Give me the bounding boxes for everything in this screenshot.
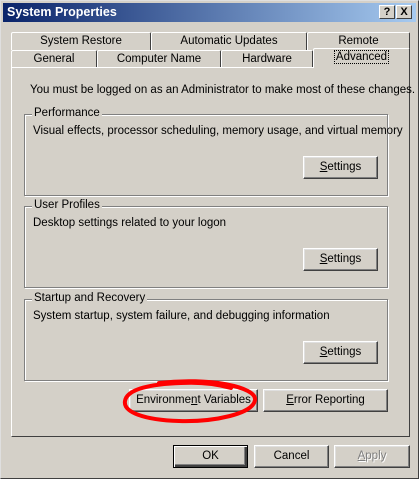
button-label: ettings [327, 346, 362, 358]
group-title: User Profiles [32, 199, 102, 211]
startup-recovery-settings-button[interactable]: Settings [303, 341, 378, 364]
button-label: ettings [327, 161, 362, 173]
group-description: System startup, system failure, and debu… [33, 310, 330, 322]
tab-hardware[interactable]: Hardware [221, 50, 313, 68]
apply-button[interactable]: Apply [334, 445, 410, 468]
startup-recovery-group: Startup and Recovery System startup, sys… [24, 292, 388, 381]
group-description: Desktop settings related to your logon [33, 217, 227, 229]
button-label: pply [365, 450, 387, 462]
tab-advanced[interactable]: Advanced [313, 48, 410, 68]
button-label: ettings [327, 253, 362, 265]
ok-button[interactable]: OK [173, 445, 248, 468]
cancel-button[interactable]: Cancel [254, 445, 329, 468]
performance-settings-button[interactable]: Settings [303, 156, 378, 179]
help-button[interactable]: ? [379, 5, 395, 19]
help-icon: ? [383, 6, 391, 18]
tab-label: Advanced [333, 50, 390, 64]
tab-automatic-updates[interactable]: Automatic Updates [151, 32, 307, 50]
button-label: Cancel [273, 450, 310, 462]
user-profiles-settings-button[interactable]: Settings [303, 248, 378, 271]
environment-variables-button[interactable]: Environment Variables [129, 389, 258, 412]
admin-notice: You must be logged on as an Administrato… [30, 84, 416, 96]
window-title: System Properties [7, 5, 117, 19]
advanced-tab-panel: You must be logged on as an Administrato… [11, 67, 415, 437]
system-properties-window: System Properties ? X System Restore Aut… [0, 0, 419, 479]
title-bar: System Properties ? X [3, 3, 416, 22]
button-label: rror Reporting [293, 394, 365, 406]
tab-general[interactable]: General [11, 50, 97, 68]
mnemonic: E [286, 394, 294, 406]
tab-system-restore[interactable]: System Restore [11, 32, 151, 50]
group-title: Startup and Recovery [32, 292, 148, 304]
group-title: Performance [32, 107, 102, 119]
performance-group: Performance Visual effects, processor sc… [24, 107, 403, 196]
tab-label: System Restore [40, 35, 122, 47]
group-description: Visual effects, processor scheduling, me… [33, 125, 403, 137]
tab-label: Computer Name [116, 53, 202, 65]
tab-computer-name[interactable]: Computer Name [97, 50, 221, 68]
button-label-start: Environme [136, 394, 192, 406]
tab-label: Remote [338, 35, 379, 47]
tab-label: General [33, 53, 75, 65]
close-button[interactable]: X [396, 5, 412, 19]
button-label-end: t Variables [197, 394, 251, 406]
tab-label: Automatic Updates [180, 35, 278, 47]
error-reporting-button[interactable]: Error Reporting [263, 389, 388, 412]
user-profiles-group: User Profiles Desktop settings related t… [24, 199, 388, 288]
close-icon: X [400, 6, 408, 18]
button-label: OK [202, 450, 219, 462]
tab-label: Hardware [242, 53, 292, 65]
